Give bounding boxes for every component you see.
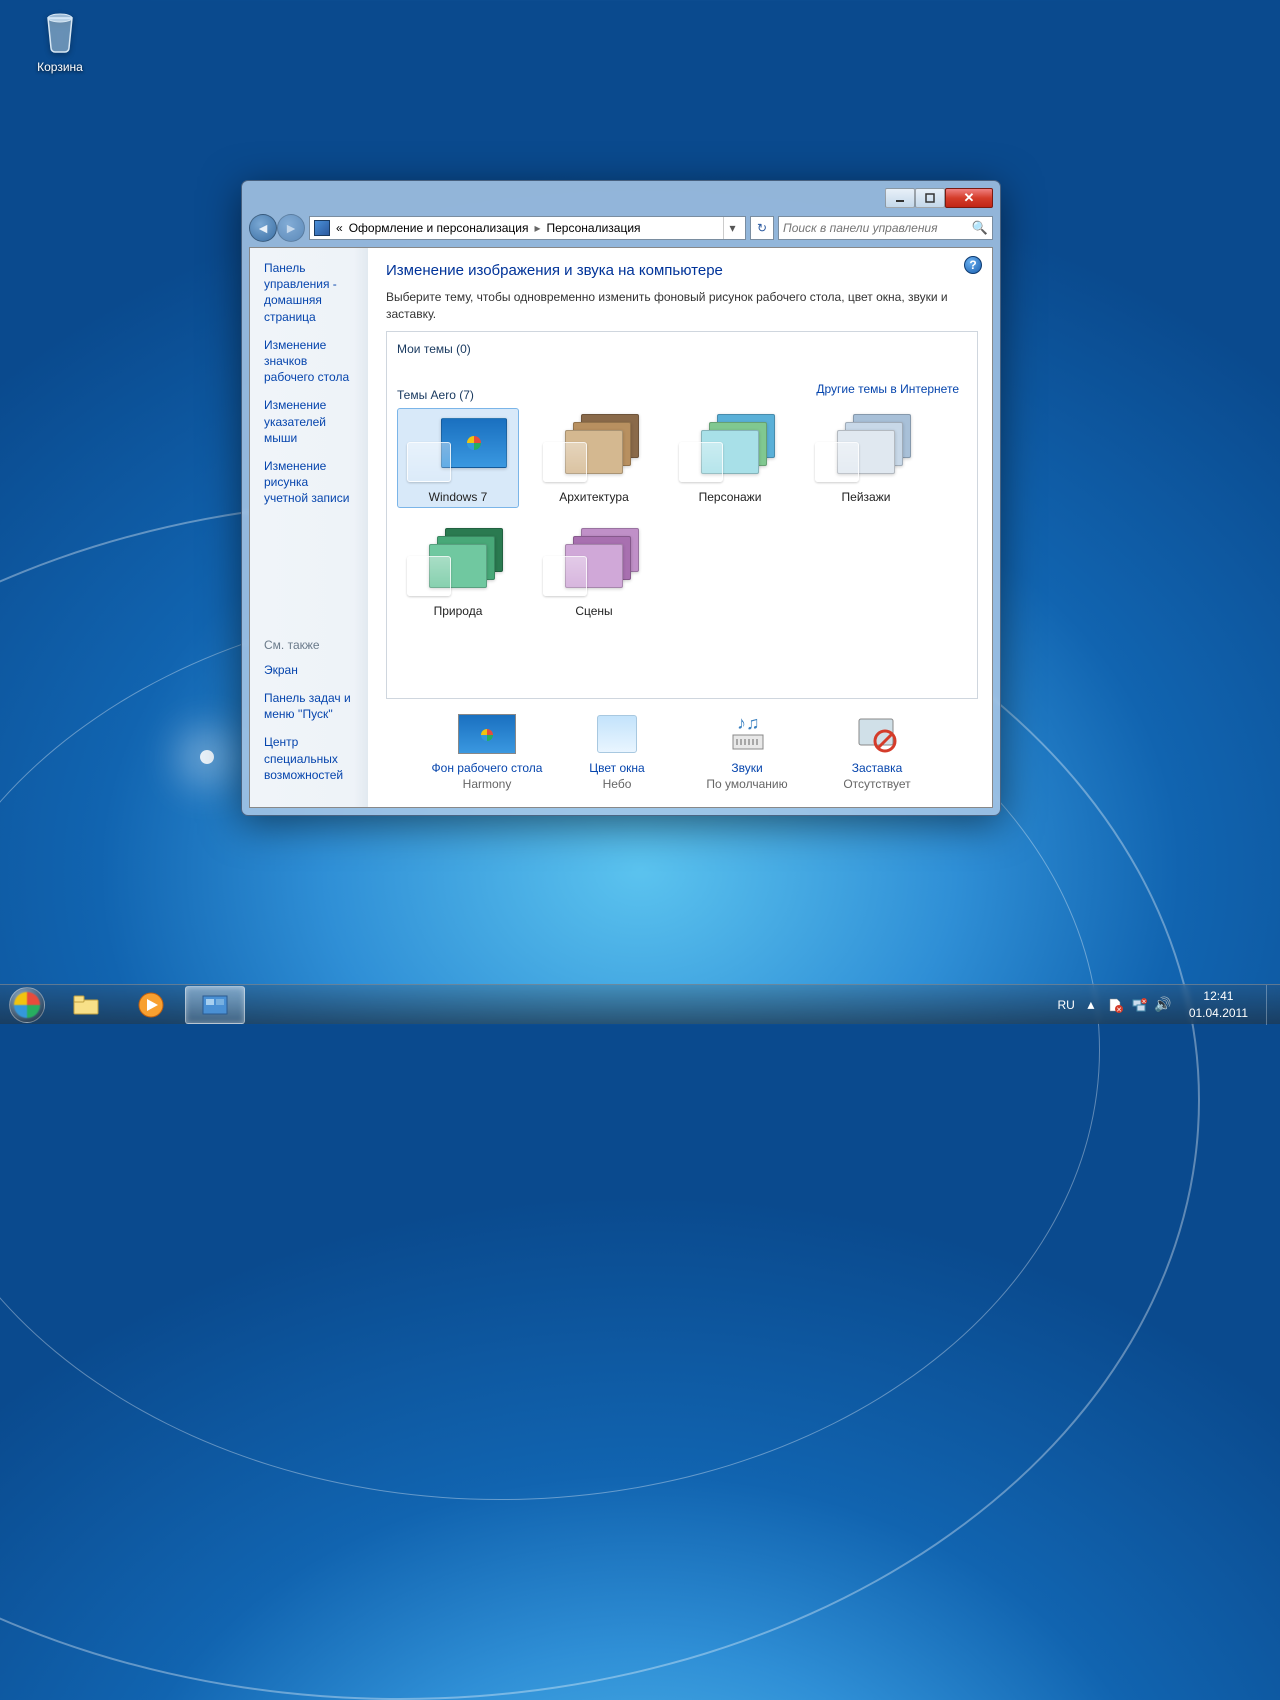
- address-bar[interactable]: « Оформление и персонализация ▸ Персонал…: [309, 216, 746, 240]
- search-box[interactable]: 🔍: [778, 216, 993, 240]
- clock-time: 12:41: [1189, 988, 1248, 1004]
- theme-thumbnail: [673, 412, 787, 488]
- wallpaper-flare: [200, 750, 214, 764]
- sidebar-link-mouse-pointers[interactable]: Изменение указателей мыши: [264, 397, 354, 446]
- theme-thumbnail: [401, 526, 515, 602]
- breadcrumb-parent[interactable]: Оформление и персонализация: [349, 221, 529, 235]
- window-color-setting[interactable]: Цвет окна Небо: [552, 713, 682, 791]
- breadcrumb-separator: ▸: [534, 221, 540, 235]
- page-description: Выберите тему, чтобы одновременно измени…: [386, 289, 978, 323]
- screensaver-setting[interactable]: Заставка Отсутствует: [812, 713, 942, 791]
- sounds-value: По умолчанию: [706, 777, 787, 791]
- maximize-button[interactable]: [915, 188, 945, 208]
- theme-item[interactable]: Природа: [397, 522, 519, 622]
- theme-thumbnail: [401, 412, 515, 488]
- sidebar-link-desktop-icons[interactable]: Изменение значков рабочего стола: [264, 337, 354, 386]
- control-panel-icon: [314, 220, 330, 236]
- see-also-display[interactable]: Экран: [264, 662, 354, 678]
- theme-label: Сцены: [575, 604, 612, 618]
- forward-button[interactable]: ►: [277, 214, 305, 242]
- show-desktop-button[interactable]: [1266, 985, 1276, 1025]
- search-icon: 🔍: [972, 220, 988, 236]
- window-titlebar[interactable]: ✕: [249, 188, 993, 210]
- theme-thumbnail: [809, 412, 923, 488]
- my-themes-heading: Мои темы (0): [397, 342, 967, 356]
- more-themes-online-link[interactable]: Другие темы в Интернете: [816, 382, 959, 396]
- sidebar: Панель управления - домашняя страница Из…: [250, 248, 368, 807]
- see-also-taskbar[interactable]: Панель задач и меню ''Пуск'': [264, 690, 354, 722]
- recycle-bin[interactable]: Корзина: [22, 8, 98, 74]
- sounds-title: Звуки: [731, 761, 762, 775]
- screensaver-title: Заставка: [852, 761, 903, 775]
- address-dropdown[interactable]: ▾: [723, 217, 741, 239]
- theme-label: Windows 7: [429, 490, 488, 504]
- desktop-background-setting[interactable]: Фон рабочего стола Harmony: [422, 713, 552, 791]
- theme-label: Пейзажи: [842, 490, 891, 504]
- theme-item[interactable]: Пейзажи: [805, 408, 927, 508]
- main-pane: ? Изменение изображения и звука на компь…: [368, 248, 992, 807]
- close-button[interactable]: ✕: [945, 188, 993, 208]
- minimize-button[interactable]: [885, 188, 915, 208]
- language-indicator[interactable]: RU: [1057, 998, 1074, 1012]
- sounds-setting[interactable]: ♪♫ Звуки По умолчанию: [682, 713, 812, 791]
- theme-thumbnail: [537, 526, 651, 602]
- theme-label: Персонажи: [699, 490, 762, 504]
- windows-orb-icon: [9, 987, 45, 1023]
- start-button[interactable]: [0, 985, 54, 1025]
- theme-item[interactable]: Сцены: [533, 522, 655, 622]
- window-color-title: Цвет окна: [589, 761, 644, 775]
- page-title: Изменение изображения и звука на компьют…: [386, 262, 978, 279]
- theme-item[interactable]: Персонажи: [669, 408, 791, 508]
- system-tray: RU ▴ ✕ ✕ 🔊 12:41 01.04.2011: [1053, 985, 1280, 1025]
- theme-item[interactable]: Архитектура: [533, 408, 655, 508]
- taskbar-media-player[interactable]: [121, 986, 181, 1024]
- themes-panel: Мои темы (0) Другие темы в Интернете Тем…: [386, 331, 978, 699]
- see-also-heading: См. также: [264, 638, 354, 652]
- theme-thumbnail: [537, 412, 651, 488]
- desktop-background-title: Фон рабочего стола: [432, 761, 543, 775]
- breadcrumb-prefix: «: [336, 221, 343, 235]
- taskbar-clock[interactable]: 12:41 01.04.2011: [1179, 988, 1258, 1020]
- action-center-icon[interactable]: ✕: [1107, 997, 1123, 1013]
- breadcrumb-current[interactable]: Персонализация: [546, 221, 640, 235]
- taskbar: RU ▴ ✕ ✕ 🔊 12:41 01.04.2011: [0, 984, 1280, 1024]
- clock-date: 01.04.2011: [1189, 1005, 1248, 1021]
- window-color-icon: [587, 713, 647, 755]
- svg-text:✕: ✕: [1116, 1007, 1122, 1013]
- recycle-bin-icon: [36, 8, 84, 56]
- recycle-bin-label: Корзина: [22, 60, 98, 74]
- back-button[interactable]: ◄: [249, 214, 277, 242]
- desktop-background-icon: [457, 713, 517, 755]
- volume-icon[interactable]: 🔊: [1155, 997, 1171, 1013]
- control-panel-home-link[interactable]: Панель управления - домашняя страница: [264, 260, 354, 325]
- theme-label: Природа: [434, 604, 483, 618]
- svg-text:♪♫: ♪♫: [737, 713, 760, 733]
- taskbar-personalization[interactable]: [185, 986, 245, 1024]
- sounds-icon: ♪♫: [717, 713, 777, 755]
- personalization-window: ✕ ◄ ► « Оформление и персонализация ▸ Пе…: [241, 180, 1001, 816]
- search-input[interactable]: [783, 221, 972, 235]
- screensaver-icon: [847, 713, 907, 755]
- see-also-ease-of-access[interactable]: Центр специальных возможностей: [264, 734, 354, 783]
- desktop-background-value: Harmony: [463, 777, 512, 791]
- theme-item[interactable]: Windows 7: [397, 408, 519, 508]
- refresh-button[interactable]: ↻: [750, 216, 774, 240]
- taskbar-explorer[interactable]: [57, 986, 117, 1024]
- toolbar: ◄ ► « Оформление и персонализация ▸ Перс…: [249, 213, 993, 243]
- tray-chevron-icon[interactable]: ▴: [1083, 997, 1099, 1013]
- svg-text:✕: ✕: [1141, 999, 1146, 1005]
- screensaver-value: Отсутствует: [843, 777, 910, 791]
- settings-row: Фон рабочего стола Harmony Цвет окна Неб…: [386, 699, 978, 807]
- help-icon[interactable]: ?: [964, 256, 982, 274]
- sidebar-link-account-picture[interactable]: Изменение рисунка учетной записи: [264, 458, 354, 507]
- theme-label: Архитектура: [559, 490, 629, 504]
- window-color-value: Небо: [603, 777, 632, 791]
- network-icon[interactable]: ✕: [1131, 997, 1147, 1013]
